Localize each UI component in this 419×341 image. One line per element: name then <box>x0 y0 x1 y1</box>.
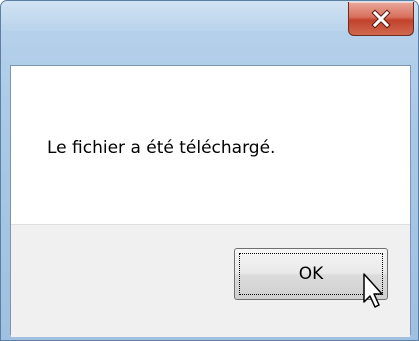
title-bar[interactable] <box>1 1 418 65</box>
message-text: Le fichier a été téléchargé. <box>47 138 276 158</box>
close-button[interactable] <box>348 2 414 36</box>
close-icon <box>371 8 391 29</box>
button-area: OK <box>11 224 410 337</box>
ok-button-label: OK <box>298 264 324 284</box>
dialog-window: Le fichier a été téléchargé. OK <box>0 0 419 341</box>
arrow-cursor-icon <box>363 273 383 308</box>
dialog-content: Le fichier a été téléchargé. OK <box>10 65 411 337</box>
